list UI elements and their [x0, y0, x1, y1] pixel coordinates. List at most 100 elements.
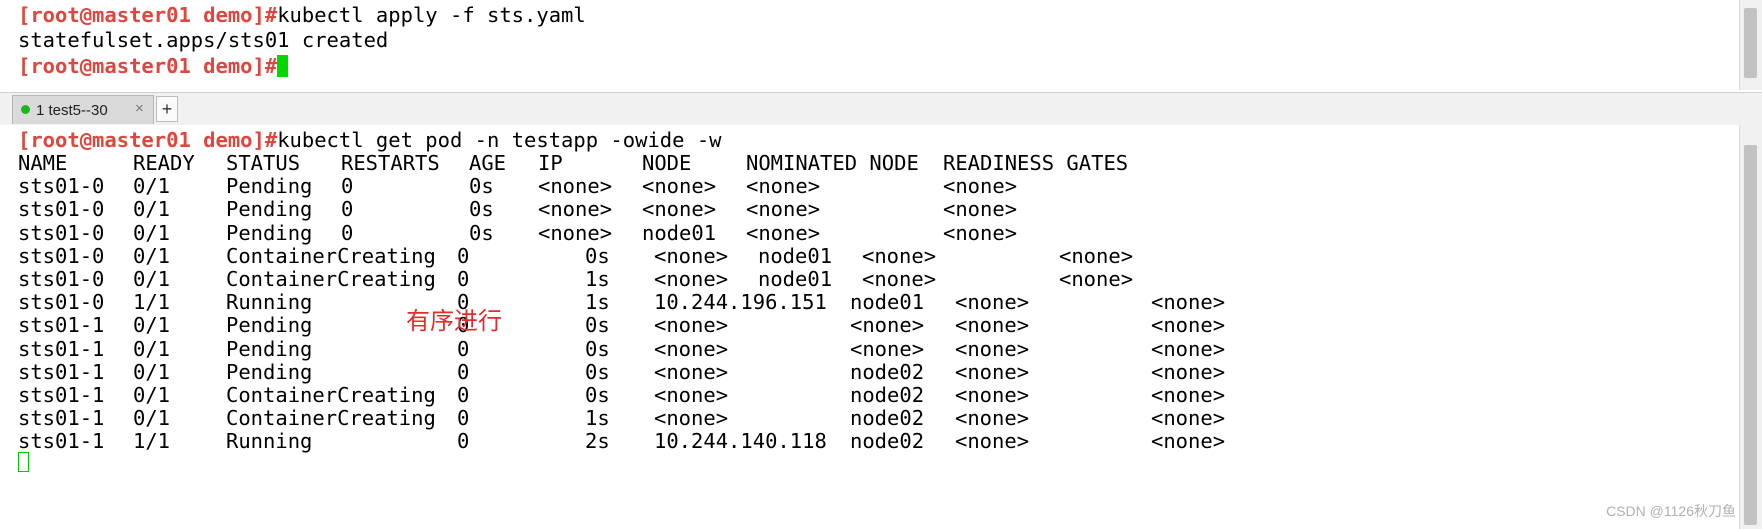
cell-status: Pending	[226, 174, 313, 199]
cell-status: Pending	[226, 313, 313, 338]
cell-readiness: <none>	[1151, 383, 1226, 407]
text-cursor	[18, 452, 29, 472]
table-row: sts01-0 0/1 Pending 0 0s <none> node01 <none> <n…	[18, 221, 1398, 245]
header-age: AGE	[469, 151, 507, 175]
cell-ready: 0/1	[133, 267, 171, 291]
cell-ip: 10.244.140.118	[654, 429, 827, 454]
table-row: sts01-0 0/1 ContainerCreating 0 1s <none> node…	[18, 267, 1398, 291]
cell-nominated: <none>	[862, 267, 937, 291]
cell-nominated: <none>	[746, 220, 821, 245]
cell-restarts: 0	[457, 383, 470, 407]
cell-age: 0s	[585, 359, 610, 384]
scrollbar-thumb[interactable]	[1744, 145, 1757, 525]
cell-node: node02	[850, 406, 925, 431]
cell-ip: <none>	[654, 406, 729, 431]
cell-name: sts01-1	[18, 359, 105, 384]
cell-name: sts01-1	[18, 383, 105, 407]
cell-node: <none>	[642, 197, 717, 222]
terminal-line: [root@master01 demo]#	[18, 54, 289, 78]
cell-age: 0s	[585, 383, 610, 407]
cell-name: sts01-0	[18, 197, 105, 222]
cell-ready: 1/1	[133, 290, 171, 315]
cell-ready: 0/1	[133, 336, 171, 361]
tab-label: 1 test5--30	[36, 102, 108, 119]
cell-nominated: <none>	[955, 406, 1030, 431]
header-name: NAME	[18, 151, 68, 175]
cell-readiness: <none>	[1059, 243, 1134, 268]
cell-ready: 0/1	[133, 220, 171, 245]
cell-name: sts01-0	[18, 174, 105, 199]
close-icon[interactable]: ×	[135, 100, 144, 117]
shell-prompt: [root@master01 demo]#	[18, 54, 278, 78]
cell-readiness: <none>	[1151, 359, 1226, 384]
cell-name: sts01-1	[18, 406, 105, 431]
cell-node: node01	[758, 267, 833, 291]
cell-nominated: <none>	[746, 197, 821, 222]
watermark: CSDN @1126秋刀鱼	[1606, 503, 1736, 519]
cell-status: ContainerCreating	[226, 267, 436, 291]
header-status: STATUS	[226, 151, 301, 175]
cell-restarts: 0	[457, 243, 470, 268]
cell-name: sts01-0	[18, 220, 105, 245]
table-row: sts01-0 0/1 Pending 0 0s <none> <none> <none> <n…	[18, 174, 1398, 198]
cell-nominated: <none>	[955, 336, 1030, 361]
cell-nominated: <none>	[955, 429, 1030, 454]
cell-node: node02	[850, 359, 925, 384]
cell-age: 0s	[585, 243, 610, 268]
bottom-terminal-pane[interactable]: [root@master01 demo]#kubectl get pod -n …	[0, 125, 1740, 529]
table-row: sts01-0 1/1 Running 0 1s 10.244.196.151 node01…	[18, 290, 1398, 314]
cell-nominated: <none>	[955, 359, 1030, 384]
text-cursor	[277, 55, 289, 77]
cell-name: sts01-0	[18, 290, 105, 315]
top-scrollbar[interactable]	[1739, 0, 1762, 90]
table-row: sts01-0 0/1 ContainerCreating 0 0s <none> node…	[18, 244, 1398, 268]
cell-readiness: <none>	[943, 197, 1018, 222]
connected-status-icon	[21, 105, 30, 114]
cell-readiness: <none>	[1151, 313, 1226, 338]
cell-ip: <none>	[654, 336, 729, 361]
cell-restarts: 0	[341, 174, 354, 199]
cell-ip: <none>	[538, 174, 613, 199]
cell-ip: <none>	[654, 359, 729, 384]
cell-status: Pending	[226, 220, 313, 245]
cell-restarts: 0	[457, 406, 470, 431]
cell-readiness: <none>	[1151, 406, 1226, 431]
cell-restarts: 0	[457, 429, 470, 454]
cell-status: ContainerCreating	[226, 243, 436, 268]
cell-ready: 0/1	[133, 313, 171, 338]
header-ready: READY	[133, 151, 195, 175]
cell-node: node01	[850, 290, 925, 315]
cell-ready: 0/1	[133, 174, 171, 199]
cell-ip: <none>	[654, 243, 729, 268]
tab-test5-30[interactable]: 1 test5--30 ×	[12, 95, 154, 124]
cell-name: sts01-0	[18, 267, 105, 291]
new-tab-button[interactable]: +	[156, 96, 178, 122]
bottom-scrollbar[interactable]	[1739, 125, 1762, 529]
cell-node: node02	[850, 383, 925, 407]
cell-restarts: 0	[457, 336, 470, 361]
cell-ip: 10.244.196.151	[654, 290, 827, 315]
table-row: sts01-1 0/1 Pending 0 0s <none> <none> <none> <n…	[18, 313, 1398, 337]
shell-command: kubectl apply -f sts.yaml	[277, 3, 586, 27]
cell-status: Pending	[226, 336, 313, 361]
cell-age: 0s	[585, 336, 610, 361]
table-row: sts01-0 0/1 Pending 0 0s <none> <none> <none> <n…	[18, 197, 1398, 221]
table-row: sts01-1 0/1 Pending 0 0s <none> <none> <none> <n…	[18, 337, 1398, 361]
cell-age: 1s	[585, 406, 610, 431]
cell-node: <none>	[850, 313, 925, 338]
cell-ready: 0/1	[133, 197, 171, 222]
annotation-label: 有序进行	[406, 308, 502, 335]
table-row: sts01-1 0/1 ContainerCreating 0 0s <none> node…	[18, 383, 1398, 407]
cell-restarts: 0	[457, 359, 470, 384]
cell-nominated: <none>	[746, 174, 821, 199]
scrollbar-thumb[interactable]	[1744, 8, 1757, 78]
cell-readiness: <none>	[943, 220, 1018, 245]
cell-node: <none>	[642, 174, 717, 199]
cell-name: sts01-1	[18, 336, 105, 361]
cell-status: ContainerCreating	[226, 383, 436, 407]
header-node: NODE	[642, 151, 692, 175]
cell-readiness: <none>	[943, 174, 1018, 199]
top-terminal-pane[interactable]: [root@master01 demo]#kubectl apply -f st…	[0, 0, 1740, 90]
shell-prompt: [root@master01 demo]#	[18, 3, 278, 27]
cell-readiness: <none>	[1059, 267, 1134, 291]
